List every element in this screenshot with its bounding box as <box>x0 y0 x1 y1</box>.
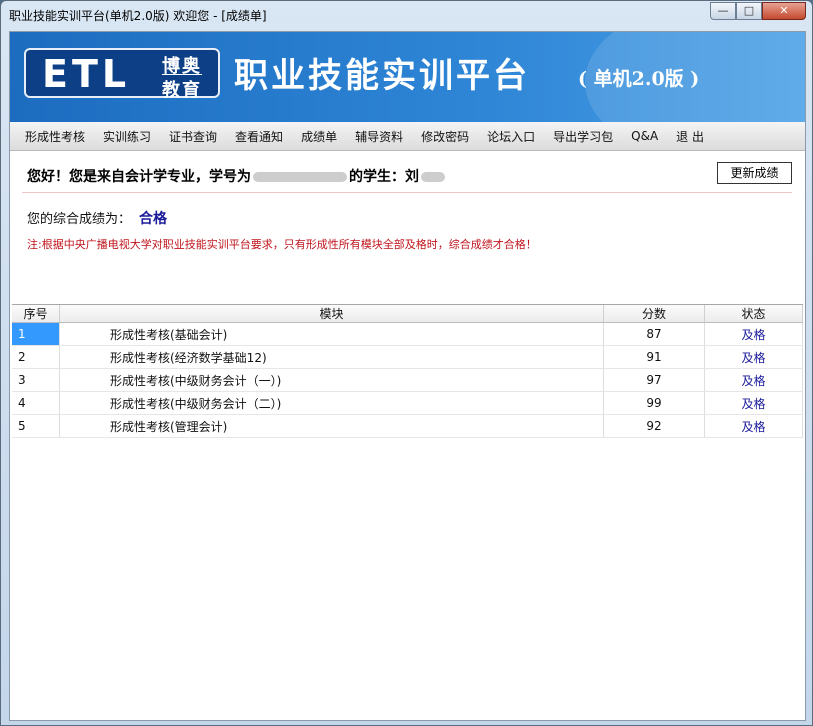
cell-module[interactable]: 形成性考核(经济数学基础12) <box>60 346 604 368</box>
app-window: 职业技能实训平台(单机2.0版) 欢迎您 - [成绩单] — □ ✕ ETL 博… <box>0 0 813 726</box>
header-status[interactable]: 状态 <box>705 305 803 322</box>
logo-cn-bottom: 教育 <box>162 74 202 102</box>
menu-item-certificate[interactable]: 证书查询 <box>160 128 226 145</box>
cell-score[interactable]: 87 <box>604 323 705 345</box>
menu-item-formative-exam[interactable]: 形成性考核 <box>16 128 94 145</box>
table-row[interactable]: 5 形成性考核(管理会计) 92 及格 <box>12 415 803 438</box>
header-banner: ETL 博奥 教育 职业技能实训平台 ( 单机2.0版 ) <box>10 32 805 122</box>
table-header: 序号 模块 分数 状态 <box>12 305 803 323</box>
minimize-button[interactable]: — <box>710 2 736 20</box>
cell-module[interactable]: 形成性考核(管理会计) <box>60 415 604 437</box>
update-score-button[interactable]: 更新成绩 <box>717 162 792 184</box>
etl-logo: ETL 博奥 教育 <box>24 48 220 101</box>
cell-score[interactable]: 91 <box>604 346 705 368</box>
cell-status[interactable]: 及格 <box>705 415 803 437</box>
platform-edition: ( 单机2.0版 ) <box>578 68 700 90</box>
overall-score-value: 合格 <box>139 211 168 227</box>
table-row[interactable]: 4 形成性考核(中级财务会计（二）) 99 及格 <box>12 392 803 415</box>
menu-item-qa[interactable]: Q&A <box>622 129 667 143</box>
table-row[interactable]: 1 形成性考核(基础会计) 87 及格 <box>12 323 803 346</box>
cell-no[interactable]: 4 <box>12 392 60 414</box>
cell-no[interactable]: 5 <box>12 415 60 437</box>
window-controls: — □ ✕ <box>710 2 806 20</box>
close-button[interactable]: ✕ <box>762 2 806 20</box>
cell-module[interactable]: 形成性考核(中级财务会计（二）) <box>60 392 604 414</box>
menu-item-materials[interactable]: 辅导资料 <box>346 128 412 145</box>
cell-score[interactable]: 92 <box>604 415 705 437</box>
cell-status[interactable]: 及格 <box>705 346 803 368</box>
client-area: ETL 博奥 教育 职业技能实训平台 ( 单机2.0版 ) 形成性考核 实训练习… <box>9 31 806 721</box>
maximize-button[interactable]: □ <box>736 2 762 20</box>
cell-module[interactable]: 形成性考核(基础会计) <box>60 323 604 345</box>
redacted-student-name <box>421 172 445 182</box>
cell-score[interactable]: 97 <box>604 369 705 391</box>
header-module[interactable]: 模块 <box>60 305 604 322</box>
logo-etl-text: ETL <box>42 52 131 96</box>
cell-no[interactable]: 3 <box>12 369 60 391</box>
redacted-student-id <box>253 172 347 182</box>
cell-no[interactable]: 1 <box>12 323 60 345</box>
cell-status[interactable]: 及格 <box>705 323 803 345</box>
menu-item-transcript[interactable]: 成绩单 <box>292 128 346 145</box>
cell-status[interactable]: 及格 <box>705 392 803 414</box>
platform-title: 职业技能实训平台 <box>234 56 530 96</box>
title-bar[interactable]: 职业技能实训平台(单机2.0版) 欢迎您 - [成绩单] — □ ✕ <box>1 1 812 27</box>
menu-item-forum[interactable]: 论坛入口 <box>478 128 544 145</box>
cell-no[interactable]: 2 <box>12 346 60 368</box>
overall-score-label: 您的综合成绩为： <box>27 212 132 227</box>
greeting-prefix: 您好！您是来自会计学专业，学号为 <box>27 169 251 185</box>
menu-item-change-password[interactable]: 修改密码 <box>412 128 478 145</box>
menu-item-notices[interactable]: 查看通知 <box>226 128 292 145</box>
table-row[interactable]: 3 形成性考核(中级财务会计（一）) 97 及格 <box>12 369 803 392</box>
header-no[interactable]: 序号 <box>12 305 60 322</box>
menu-item-practice[interactable]: 实训练习 <box>94 128 160 145</box>
cell-score[interactable]: 99 <box>604 392 705 414</box>
overall-score: 您的综合成绩为： 合格 <box>27 208 167 228</box>
requirement-note: 注:根据中央广播电视大学对职业技能实训平台要求，只有形成性所有模块全部及格时，综… <box>27 238 537 251</box>
greeting-text: 您好！您是来自会计学专业，学号为 的学生：刘 <box>27 166 447 186</box>
window-title: 职业技能实训平台(单机2.0版) 欢迎您 - [成绩单] <box>9 9 267 23</box>
cell-module[interactable]: 形成性考核(中级财务会计（一）) <box>60 369 604 391</box>
table-row[interactable]: 2 形成性考核(经济数学基础12) 91 及格 <box>12 346 803 369</box>
menu-item-export[interactable]: 导出学习包 <box>544 128 622 145</box>
divider <box>22 192 792 193</box>
header-score[interactable]: 分数 <box>604 305 705 322</box>
score-table: 序号 模块 分数 状态 1 形成性考核(基础会计) 87 及格 2 形成性考核(… <box>12 304 803 438</box>
greeting-middle: 的学生：刘 <box>349 169 419 185</box>
main-menu: 形成性考核 实训练习 证书查询 查看通知 成绩单 辅导资料 修改密码 论坛入口 … <box>10 122 805 151</box>
cell-status[interactable]: 及格 <box>705 369 803 391</box>
menu-item-exit[interactable]: 退 出 <box>667 128 713 145</box>
